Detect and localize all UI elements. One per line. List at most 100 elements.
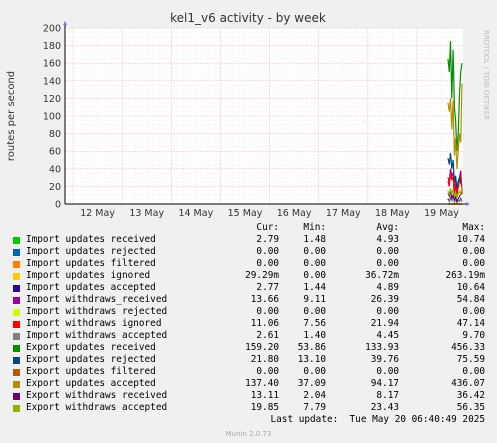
footer-version: Munin 2.0.73 [225,430,272,438]
x-tick-label: 16 May [277,208,312,219]
legend-max: 436.07 [451,378,485,389]
legend-max: 10.74 [456,234,485,245]
legend-avg: 26.39 [370,294,399,305]
chart: 0 20 40 60 80 100 120 140 160 180 200 12 May 13 May 1… [6,11,490,219]
legend-swatch [13,309,20,316]
legend-row: Import updates accepted 2.77 1.44 4.89 10.64 [0,282,497,294]
legend: Cur: Min: Avg: Max: Import updates recei… [0,222,497,414]
x-tick-label: 14 May [178,208,213,219]
legend-cur: 21.80 [250,354,279,365]
legend-min: 37.09 [297,378,326,389]
legend-avg: 4.89 [376,282,399,293]
legend-series-name: Export updates rejected [26,354,156,365]
legend-min: 2.04 [303,390,326,401]
legend-swatch [13,357,20,364]
legend-min: 1.48 [303,234,326,245]
legend-swatch [13,405,20,412]
header-min: Min: [303,222,326,233]
y-tick-label: 40 [49,164,61,175]
header-avg: Avg: [376,222,399,233]
legend-row: Import updates rejected 0.00 0.00 0.00 0.00 [0,246,497,258]
legend-cur: 0.00 [256,366,279,377]
legend-max: 75.59 [456,354,485,365]
legend-series-name: Import updates ignored [26,270,151,281]
legend-series-name: Import updates rejected [26,246,156,257]
x-tick-label: 18 May [375,208,410,219]
y-tick-label: 160 [43,59,61,70]
legend-max: 0.00 [462,306,485,317]
legend-min: 0.00 [303,306,326,317]
header-cur: Cur: [256,222,279,233]
legend-series-name: Import updates received [26,234,156,245]
legend-swatch [13,297,20,304]
legend-max: 263.19m [445,270,485,281]
legend-cur: 29.29m [245,270,279,281]
legend-min: 1.44 [303,282,326,293]
legend-max: 0.00 [462,366,485,377]
x-axis-arrow [466,202,470,206]
legend-swatch [13,381,20,388]
legend-series-name: Import withdraws accepted [26,330,168,341]
legend-row: Import withdraws accepted 2.61 1.40 4.45 9.7… [0,330,497,342]
y-tick-label: 200 [43,24,61,35]
legend-row: Import updates ignored 29.29m 0.00 36.72m 26… [0,270,497,282]
y-tick-label: 80 [49,129,61,140]
legend-min: 7.79 [303,402,326,413]
legend-avg: 39.76 [370,354,399,365]
y-tick-label: 60 [49,147,61,158]
legend-cur: 137.40 [245,378,279,389]
legend-cur: 159.20 [245,342,279,353]
legend-max: 0.00 [462,258,485,269]
legend-row: Export updates rejected 21.80 13.10 39.76 75… [0,354,497,366]
legend-rows: Import updates received 2.79 1.48 4.93 10.74… [0,234,497,414]
legend-swatch [13,237,20,244]
legend-avg: 0.00 [376,366,399,377]
legend-avg: 4.45 [376,330,399,341]
legend-row: Export updates received 159.20 53.86 133.93… [0,342,497,354]
legend-avg: 23.43 [370,402,399,413]
y-axis-arrow [63,21,67,25]
legend-max: 54.84 [456,294,485,305]
y-tick-label: 180 [43,41,61,52]
legend-cur: 0.00 [256,258,279,269]
legend-series-name: Import withdraws rejected [26,306,168,317]
chart-title: kel1_v6 activity - by week [170,11,326,25]
legend-series-name: Import withdraws ignored [26,318,162,329]
legend-avg: 8.17 [376,390,399,401]
legend-row: Import updates filtered 0.00 0.00 0.00 0.00 [0,258,497,270]
legend-cur: 11.06 [250,318,279,329]
x-tick-label: 17 May [326,208,361,219]
legend-avg: 94.17 [370,378,399,389]
legend-row: Import withdraws_received 13.66 9.11 26.39 5… [0,294,497,306]
legend-min: 53.86 [297,342,326,353]
legend-avg: 36.72m [365,270,399,281]
legend-swatch [13,333,20,340]
y-tick-label: 100 [43,112,61,123]
legend-min: 0.00 [303,270,326,281]
legend-series-name: Import updates accepted [26,282,156,293]
legend-row: Export withdraws received 13.11 2.04 8.17 36… [0,390,497,402]
legend-min: 13.10 [297,354,326,365]
legend-avg: 133.93 [365,342,399,353]
legend-max: 36.42 [456,390,485,401]
legend-min: 0.00 [303,258,326,269]
legend-cur: 19.85 [250,402,279,413]
legend-swatch [13,393,20,400]
legend-series-name: Export updates received [26,342,156,353]
legend-cur: 13.11 [250,390,279,401]
legend-series-name: Export withdraws accepted [26,402,168,413]
legend-series-name: Export withdraws received [26,390,168,401]
legend-series-name: Export updates accepted [26,378,156,389]
legend-series-name: Export updates filtered [26,366,156,377]
legend-swatch [13,261,20,268]
legend-max: 456.33 [451,342,485,353]
legend-cur: 0.00 [256,246,279,257]
legend-header: Cur: Min: Avg: Max: [0,222,497,234]
legend-min: 0.00 [303,366,326,377]
legend-cur: 13.66 [250,294,279,305]
x-tick-label: 12 May [80,208,115,219]
legend-series-name: Import updates filtered [26,258,156,269]
legend-swatch [13,321,20,328]
legend-cur: 2.79 [256,234,279,245]
legend-swatch [13,273,20,280]
